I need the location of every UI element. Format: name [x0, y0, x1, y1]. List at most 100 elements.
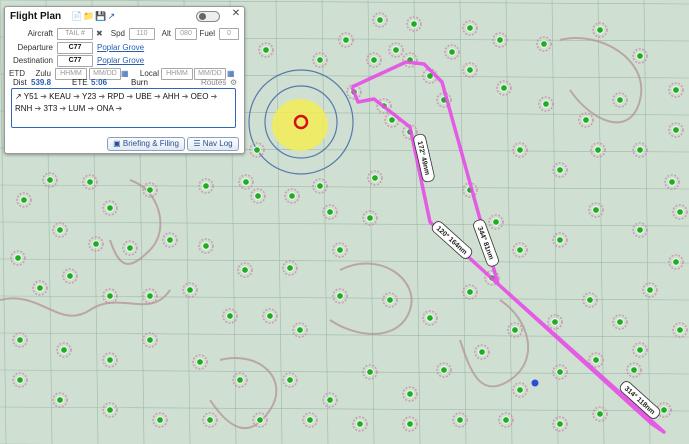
departure-input[interactable]: C77	[57, 42, 93, 54]
tail-input[interactable]: TAIL #	[57, 28, 93, 40]
airport-marker	[511, 326, 519, 334]
airport-marker	[672, 86, 680, 94]
car-icon: ▣	[113, 139, 121, 148]
flight-plan-panel: Flight Plan 📄 📁 💾 ↗ ✕ Aircraft TAIL # ✖ …	[4, 6, 245, 154]
new-plan-icon[interactable]: 📄	[71, 11, 82, 21]
route-waypoint[interactable]: ↗ Y51	[15, 92, 38, 101]
route-waypoint[interactable]: ONA	[97, 104, 114, 113]
airport-marker	[241, 266, 249, 274]
open-folder-icon[interactable]: 📁	[83, 11, 94, 21]
airport-marker	[456, 416, 464, 424]
airport-marker	[106, 356, 114, 364]
route-arrow-icon: ➔	[70, 92, 82, 101]
close-icon[interactable]: ✕	[231, 9, 241, 19]
airport-marker	[306, 416, 314, 424]
airport-marker	[636, 226, 644, 234]
briefing-filing-button[interactable]: ▣ Briefing & Filing	[107, 137, 185, 151]
airport-marker	[371, 174, 379, 182]
aircraft-label: Aircraft	[27, 29, 53, 38]
airport-marker	[226, 312, 234, 320]
airport-marker	[448, 48, 456, 56]
panel-title: Flight Plan	[10, 11, 62, 22]
calendar-icon[interactable]: ▦	[121, 68, 129, 80]
airport-marker	[336, 246, 344, 254]
airport-marker	[296, 326, 304, 334]
clear-tail-icon[interactable]: ✖	[96, 28, 103, 40]
airport-marker	[542, 100, 550, 108]
departure-label: Departure	[17, 43, 53, 52]
airport-marker	[126, 244, 134, 252]
airport-marker	[253, 146, 261, 154]
route-waypoint[interactable]: AHH	[163, 92, 180, 101]
airport-marker	[392, 46, 400, 54]
local-time-input[interactable]: HHMM	[161, 68, 193, 80]
airport-marker	[636, 146, 644, 154]
airport-marker	[440, 366, 448, 374]
save-icon[interactable]: 💾	[95, 11, 106, 21]
route-waypoint[interactable]: 3T3	[44, 104, 58, 113]
alt-label: Alt	[161, 29, 171, 38]
airport-marker	[636, 52, 644, 60]
airport-marker	[286, 376, 294, 384]
class-c-airspace	[248, 69, 354, 175]
airport-marker	[286, 264, 294, 272]
airport-marker	[242, 178, 250, 186]
airport-marker	[596, 26, 604, 34]
airport-marker	[156, 416, 164, 424]
destination-input[interactable]: C77	[57, 55, 93, 67]
airport-marker	[582, 116, 590, 124]
airport-marker	[556, 420, 564, 428]
airport-marker	[556, 368, 564, 376]
panel-toggle[interactable]	[196, 11, 220, 22]
airport-marker	[20, 196, 28, 204]
airport-marker	[492, 218, 500, 226]
airport-marker	[166, 236, 174, 244]
airport-marker	[516, 386, 524, 394]
airport-marker	[516, 146, 524, 154]
airport-marker	[146, 186, 154, 194]
altitude-input[interactable]: 080	[175, 28, 197, 40]
airport-marker	[406, 420, 414, 428]
nav-log-button[interactable]: ☰ Nav Log	[187, 137, 239, 151]
airport-marker	[586, 296, 594, 304]
airport-marker	[496, 36, 504, 44]
route-waypoint[interactable]: RPD	[107, 92, 124, 101]
route-field[interactable]: ↗ Y51 ➔ KEAU ➔ Y23 ➔ RPD ➔ UBE ➔ AHH ➔ O…	[11, 88, 236, 128]
airport-marker	[616, 96, 624, 104]
route-arrow-icon: ➔	[96, 92, 108, 101]
route-arrow-icon: ➔	[57, 104, 69, 113]
airport-marker	[466, 288, 474, 296]
route-arrow-icon: ➔	[151, 92, 163, 101]
airport-marker	[516, 246, 524, 254]
speed-input[interactable]: 110	[129, 28, 155, 40]
route-waypoint[interactable]: KEAU	[49, 92, 71, 101]
airport-marker	[410, 20, 418, 28]
destination-label: Destination	[12, 56, 53, 65]
route-waypoint[interactable]: Y23	[82, 92, 96, 101]
fuel-input[interactable]: 0	[219, 28, 239, 40]
airport-marker	[206, 416, 214, 424]
airport-marker	[366, 214, 374, 222]
route-waypoint[interactable]: UBE	[135, 92, 151, 101]
airport-marker	[236, 376, 244, 384]
airport-marker	[106, 292, 114, 300]
airport-marker	[668, 178, 676, 186]
route-arrow-icon: ➔	[124, 92, 136, 101]
airport-marker	[592, 206, 600, 214]
airport-marker	[540, 40, 548, 48]
route-waypoint[interactable]: OEO	[191, 92, 209, 101]
airport-marker	[466, 66, 474, 74]
airport-marker	[326, 208, 334, 216]
departure-airport-link[interactable]: Poplar Grove	[97, 42, 144, 54]
route-waypoint[interactable]: RNH	[15, 104, 32, 113]
destination-airport-link[interactable]: Poplar Grove	[97, 55, 144, 67]
airport-marker	[86, 178, 94, 186]
airport-marker	[636, 346, 644, 354]
airport-marker	[146, 336, 154, 344]
airport-marker	[556, 236, 564, 244]
airport-marker	[202, 182, 210, 190]
share-icon[interactable]: ↗	[107, 11, 116, 21]
airport-marker	[556, 166, 564, 174]
airport-marker	[672, 126, 680, 134]
route-waypoint[interactable]: LUM	[68, 104, 85, 113]
